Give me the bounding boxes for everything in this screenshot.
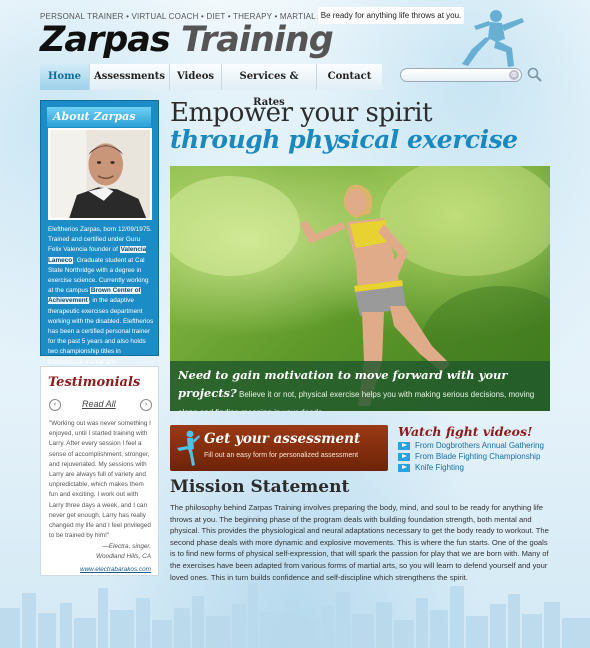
- trainer-photo: [48, 128, 152, 220]
- testimonial-quote: "Working out was never something I enjoy…: [49, 420, 151, 540]
- play-icon: [398, 463, 410, 472]
- about-text-part3: , in the adaptive therapeutic exercises …: [48, 297, 154, 375]
- hero-headline: Empower your spirit: [170, 98, 433, 128]
- mission-text: The philosophy behind Zarpas Training in…: [170, 503, 549, 582]
- video-link-blade-fighting[interactable]: From Blade Fighting Championship: [398, 452, 540, 461]
- fight-videos-title: Watch fight videos!: [398, 424, 533, 439]
- hero-caption: Need to gain motivation to move forward …: [170, 361, 550, 411]
- nav-services-rates[interactable]: Services & Rates: [222, 64, 317, 108]
- read-all-link[interactable]: Read All: [82, 399, 116, 409]
- mission-title: Mission Statement: [170, 477, 350, 497]
- testimonial-prev-button[interactable]: ‹: [49, 399, 61, 411]
- video-link-label: From Blade Fighting Championship: [415, 452, 541, 461]
- assessment-subtitle: Fill out an easy form for personalized a…: [204, 452, 359, 459]
- search-icon[interactable]: [526, 67, 544, 83]
- testimonial-next-button[interactable]: ›: [140, 399, 152, 411]
- hero-subheadline: through physical exercise: [170, 125, 518, 154]
- play-icon: [398, 452, 410, 461]
- testimonials-title: Testimonials: [48, 375, 141, 390]
- nav-assessments[interactable]: Assessments: [90, 64, 170, 90]
- testimonial-author-name: —Electra, singer,: [102, 543, 151, 550]
- nav-home[interactable]: Home: [40, 64, 90, 90]
- search-input[interactable]: [400, 68, 522, 82]
- video-link-label: Knife Fighting: [415, 463, 464, 472]
- nav-videos[interactable]: Videos: [170, 64, 222, 90]
- hero-banner: Need to gain motivation to move forward …: [170, 166, 550, 411]
- martial-artist-silhouette: [462, 10, 524, 67]
- site-logo[interactable]: Zarpas Training: [40, 20, 334, 60]
- testimonial-author-location: Woodland Hills, CA: [95, 553, 151, 561]
- video-link-knife-fighting[interactable]: Knife Fighting: [398, 463, 464, 472]
- about-text: Eleftherios Zarpas, born 12/09/1975. Tra…: [48, 225, 154, 378]
- play-icon: [398, 441, 410, 450]
- header-slogan: Be ready for anything life throws at you…: [318, 7, 464, 24]
- video-link-dogbrothers[interactable]: From Dogbrothers Annual Gathering: [398, 441, 544, 450]
- logo-part-zarpas: Zarpas: [40, 20, 171, 60]
- kicking-figure-icon: [177, 430, 200, 466]
- video-link-label: From Dogbrothers Annual Gathering: [415, 441, 544, 450]
- logo-part-training: Training: [180, 20, 334, 60]
- main-navigation: Home Assessments Videos Services & Rates…: [40, 64, 382, 108]
- nav-contact[interactable]: Contact: [317, 64, 382, 90]
- search-clear-icon[interactable]: ⊗: [509, 70, 519, 80]
- testimonial-author: —Electra, singer, Woodland Hills, CA: [96, 542, 151, 562]
- about-panel: About Zarpas Eleftherios Zarpas, born 12…: [40, 100, 159, 376]
- testimonials-panel: Testimonials ‹ Read All › "Working out w…: [40, 366, 159, 576]
- get-assessment-button[interactable]: Get your assessment Fill out an easy for…: [170, 425, 388, 471]
- city-skyline-graphic: [0, 583, 590, 648]
- assessment-title: Get your assessment: [204, 431, 361, 447]
- about-title: About Zarpas: [47, 107, 151, 127]
- testimonial-website-link[interactable]: www.electrabarakos.com: [80, 566, 151, 573]
